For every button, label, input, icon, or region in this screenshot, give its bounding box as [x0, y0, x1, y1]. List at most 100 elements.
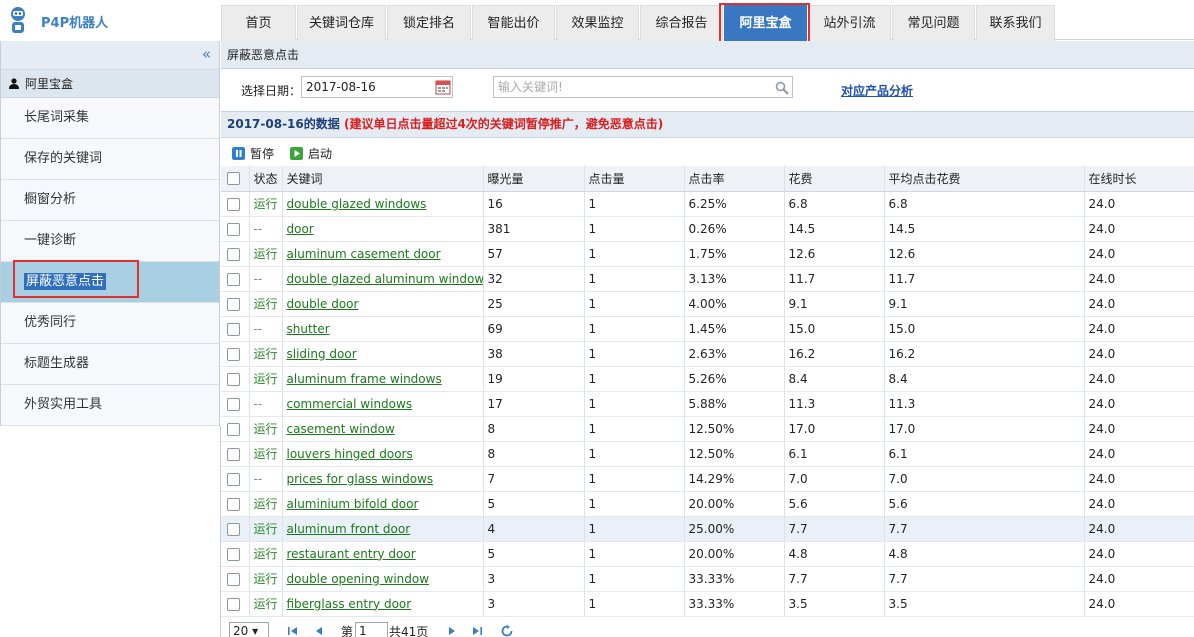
- sidebar-item[interactable]: 优秀同行: [1, 303, 219, 344]
- row-checkbox[interactable]: [227, 322, 240, 336]
- row-checkbox[interactable]: [227, 497, 240, 511]
- row-checkbox[interactable]: [227, 397, 240, 411]
- start-button[interactable]: 启动: [290, 145, 332, 162]
- nav-tab[interactable]: 锁定排名: [387, 5, 471, 41]
- keyword-link[interactable]: fiberglass entry door: [282, 591, 484, 617]
- row-checkbox[interactable]: [227, 247, 240, 261]
- column-header[interactable]: 状态: [249, 166, 283, 192]
- next-page-icon[interactable]: [446, 625, 458, 637]
- row-checkbox[interactable]: [227, 572, 240, 586]
- table-row[interactable]: -- commercial windows 17 1 5.88% 11.3 11.3 24.0: [221, 391, 1194, 417]
- column-header[interactable]: 平均点击花费: [884, 166, 1085, 192]
- keyword-link[interactable]: aluminium bifold door: [282, 491, 484, 517]
- row-checkbox[interactable]: [227, 347, 240, 361]
- table-row[interactable]: 运行 double glazed windows 16 1 6.25% 6.8 6.8 24.…: [221, 191, 1194, 217]
- column-header[interactable]: 点击率: [684, 166, 785, 192]
- product-analysis-link[interactable]: 对应产品分析: [841, 82, 913, 99]
- table-row[interactable]: -- double glazed aluminum windows 32 1 3.13%…: [221, 266, 1194, 292]
- row-select-cell[interactable]: [221, 516, 250, 542]
- row-select-cell[interactable]: [221, 541, 250, 567]
- row-checkbox[interactable]: [227, 422, 240, 436]
- column-header[interactable]: 关键词: [282, 166, 484, 192]
- sidebar-item[interactable]: 标题生成器: [1, 344, 219, 385]
- table-row[interactable]: 运行 restaurant entry door 5 1 20.00% 4.8 4.8 24.…: [221, 541, 1194, 567]
- sidebar-item[interactable]: 橱窗分析: [1, 180, 219, 221]
- row-checkbox[interactable]: [227, 297, 240, 311]
- table-row[interactable]: -- door 381 1 0.26% 14.5 14.5 24.0: [221, 216, 1194, 242]
- table-row[interactable]: 运行 sliding door 38 1 2.63% 16.2 16.2 24.0: [221, 341, 1194, 367]
- calendar-icon[interactable]: [435, 79, 451, 95]
- nav-tab[interactable]: 常见问题: [892, 5, 975, 41]
- sidebar-item[interactable]: 保存的关键词: [1, 139, 219, 180]
- row-checkbox[interactable]: [227, 447, 240, 461]
- sidebar-collapse-button[interactable]: «: [1, 41, 219, 70]
- row-select-cell[interactable]: [221, 241, 250, 267]
- select-all-cell[interactable]: [221, 166, 250, 192]
- keyword-link[interactable]: shutter: [282, 316, 484, 342]
- row-select-cell[interactable]: [221, 316, 250, 342]
- row-checkbox[interactable]: [227, 272, 240, 286]
- table-row[interactable]: -- prices for glass windows 7 1 14.29% 7.0 7.0…: [221, 466, 1194, 492]
- keyword-link[interactable]: aluminum front door: [282, 516, 484, 542]
- column-header[interactable]: 点击量: [584, 166, 685, 192]
- last-page-icon[interactable]: [471, 625, 483, 637]
- table-row[interactable]: 运行 aluminum front door 4 1 25.00% 7.7 7.7 24.0: [221, 516, 1194, 542]
- table-row[interactable]: -- shutter 69 1 1.45% 15.0 15.0 24.0: [221, 316, 1194, 342]
- row-select-cell[interactable]: [221, 191, 250, 217]
- row-select-cell[interactable]: [221, 341, 250, 367]
- row-checkbox[interactable]: [227, 372, 240, 386]
- row-checkbox[interactable]: [227, 197, 240, 211]
- row-checkbox[interactable]: [227, 597, 240, 611]
- nav-tab[interactable]: 智能出价: [472, 5, 555, 41]
- table-row[interactable]: 运行 double door 25 1 4.00% 9.1 9.1 24.0: [221, 291, 1194, 317]
- row-select-cell[interactable]: [221, 391, 250, 417]
- first-page-icon[interactable]: [287, 625, 299, 637]
- row-select-cell[interactable]: [221, 591, 250, 617]
- sidebar-item[interactable]: 长尾词采集: [1, 98, 219, 139]
- date-input[interactable]: 2017-08-16: [301, 76, 453, 98]
- keyword-link[interactable]: double door: [282, 291, 484, 317]
- keyword-link[interactable]: aluminum casement door: [282, 241, 484, 267]
- table-row[interactable]: 运行 casement window 8 1 12.50% 17.0 17.0 24.0: [221, 416, 1194, 442]
- table-row[interactable]: 运行 aluminum casement door 57 1 1.75% 12.6 12.6…: [221, 241, 1194, 267]
- keyword-link[interactable]: prices for glass windows: [282, 466, 484, 492]
- nav-tab[interactable]: 效果监控: [556, 5, 639, 41]
- keyword-link[interactable]: double glazed aluminum windows: [282, 266, 484, 292]
- refresh-icon[interactable]: [501, 625, 513, 637]
- keyword-link[interactable]: door: [282, 216, 484, 242]
- table-row[interactable]: 运行 louvers hinged doors 8 1 12.50% 6.1 6.1 24.0: [221, 441, 1194, 467]
- keyword-link[interactable]: aluminum frame windows: [282, 366, 484, 392]
- row-checkbox[interactable]: [227, 222, 240, 236]
- row-select-cell[interactable]: [221, 291, 250, 317]
- row-checkbox[interactable]: [227, 472, 240, 486]
- keyword-link[interactable]: double glazed windows: [282, 191, 484, 217]
- nav-tab[interactable]: 关键词仓库: [297, 5, 386, 41]
- row-select-cell[interactable]: [221, 366, 250, 392]
- keyword-link[interactable]: casement window: [282, 416, 484, 442]
- keyword-search-input[interactable]: 输入关键词!: [493, 76, 793, 98]
- nav-tab[interactable]: 综合报告: [640, 5, 723, 41]
- row-checkbox[interactable]: [227, 547, 240, 561]
- nav-tab[interactable]: 联系我们: [976, 5, 1055, 41]
- row-checkbox[interactable]: [227, 522, 240, 536]
- column-header[interactable]: 在线时长: [1084, 166, 1194, 192]
- row-select-cell[interactable]: [221, 216, 250, 242]
- row-select-cell[interactable]: [221, 416, 250, 442]
- nav-tab[interactable]: 首页: [221, 5, 296, 41]
- sidebar-item[interactable]: 一键诊断: [1, 221, 219, 262]
- column-header[interactable]: 花费: [784, 166, 885, 192]
- nav-tab[interactable]: 站外引流: [808, 5, 891, 41]
- column-header[interactable]: 曝光量: [483, 166, 585, 192]
- prev-page-icon[interactable]: [313, 625, 325, 637]
- search-icon[interactable]: [775, 81, 789, 95]
- keyword-link[interactable]: restaurant entry door: [282, 541, 484, 567]
- table-row[interactable]: 运行 aluminium bifold door 5 1 20.00% 5.6 5.6 24.…: [221, 491, 1194, 517]
- table-row[interactable]: 运行 aluminum frame windows 19 1 5.26% 8.4 8.4 24…: [221, 366, 1194, 392]
- keyword-link[interactable]: commercial windows: [282, 391, 484, 417]
- row-select-cell[interactable]: [221, 491, 250, 517]
- page-number-input[interactable]: 1: [355, 622, 388, 637]
- row-select-cell[interactable]: [221, 441, 250, 467]
- row-select-cell[interactable]: [221, 466, 250, 492]
- keyword-link[interactable]: double opening window: [282, 566, 484, 592]
- keyword-link[interactable]: louvers hinged doors: [282, 441, 484, 467]
